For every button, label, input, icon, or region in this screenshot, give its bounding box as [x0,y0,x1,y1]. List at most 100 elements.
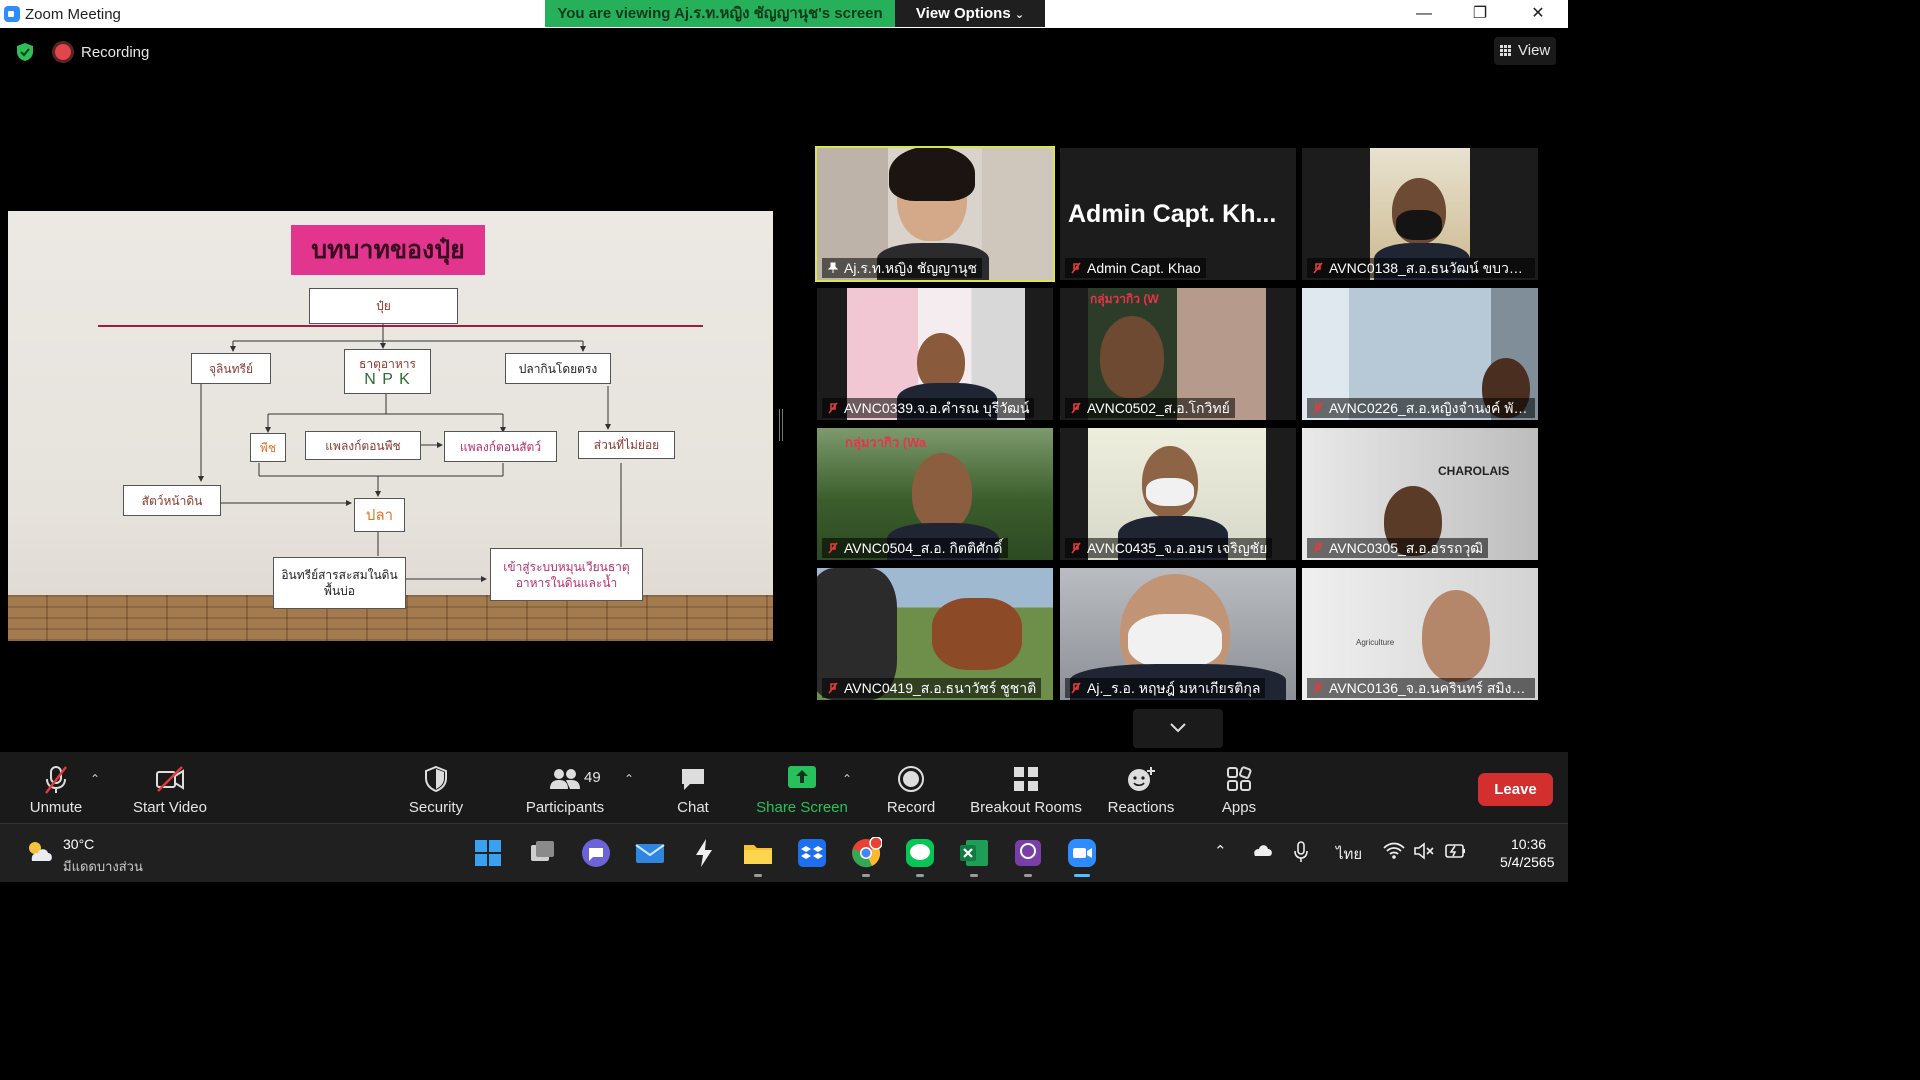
weather-condition[interactable]: มีแดดบางส่วน [63,856,143,877]
record-label: Record [886,799,936,816]
file-explorer-icon[interactable] [742,837,774,877]
slide: บทบาทของปุ๋ย ปุ๋ย จุลินทรีย์ ธาตุอาหาร N… [8,211,773,641]
breakout-rooms-button[interactable]: Breakout Rooms [966,752,1086,823]
box-fish: ปลา [354,498,405,532]
task-view-icon[interactable] [526,837,558,869]
panel-resize-handle[interactable] [779,409,783,441]
reactions-smiley-icon [1128,767,1155,791]
participant-face [1422,590,1490,682]
participant-tile[interactable]: AVNC0419_ส.อ.ธนาวัชร์ ชูชาติ [817,568,1053,700]
participant-tile[interactable]: Aj._ร.อ. หฤษฎ์ มหาเกียรติกุล [1060,568,1296,700]
participant-face [1100,316,1164,398]
gallery-next-page-button[interactable] [1133,709,1223,748]
breakout-rooms-label: Breakout Rooms [970,799,1082,816]
recording-dot-icon [55,44,71,60]
participant-name: AVNC0136_จ.อ.นครินทร์ สมิงแก้ว [1307,678,1535,698]
participant-tile[interactable]: กลุ่มวากิว (Wa AVNC0504_ส.อ. กิตติศักดิ์ [817,428,1053,560]
restore-button[interactable]: ❐ [1452,0,1508,28]
system-clock[interactable]: 10:36 5/4/2565 [1500,835,1555,871]
leave-button[interactable]: Leave [1478,773,1553,806]
minimize-button[interactable]: — [1396,0,1452,28]
muted-mic-icon [1313,542,1323,554]
participant-tile[interactable]: Admin Capt. Kh... Admin Capt. Khao [1060,148,1296,280]
input-language[interactable]: ไทย [1336,842,1362,866]
recording-label[interactable]: Recording [81,44,149,61]
participant-tile[interactable]: Aj.ร.ท.หญิง ชัญญานุช [815,146,1055,282]
view-options-button[interactable]: View Options ⌄ [895,0,1045,27]
unmute-button[interactable]: Unmute [18,752,94,823]
record-button[interactable]: Record [876,752,946,823]
muted-mic-icon [828,682,838,694]
participant-tile[interactable]: AVNC0138_ส.อ.ธนวัฒน์ ขบวน... [1302,148,1538,280]
chrome-icon[interactable] [850,836,883,877]
face-mask [1128,614,1222,668]
chat-button[interactable]: Chat [658,752,728,823]
close-button[interactable]: ✕ [1510,0,1566,28]
participants-options-caret[interactable]: ⌃ [624,772,634,786]
participant-tile[interactable]: Agriculture AVNC0136_จ.อ.นครินทร์ สมิงแก… [1302,568,1538,700]
speaker-muted-icon[interactable] [1413,842,1435,860]
participant-name: AVNC0138_ส.อ.ธนวัฒน์ ขบวน... [1307,258,1535,278]
share-screen-label: Share Screen [756,799,848,816]
microphone-icon[interactable] [1294,841,1308,863]
participant-name: Aj._ร.อ. หฤษฎ์ มหาเกียรติกุล [1065,678,1266,698]
muted-mic-icon [828,402,838,414]
participant-name: AVNC0419_ส.อ.ธนาวัชร์ ชูชาติ [822,678,1042,698]
security-button[interactable]: Security [398,752,474,823]
security-shield-icon [425,765,447,793]
participants-button[interactable]: 49 Participants [520,752,610,823]
pdf-app-icon[interactable] [1012,837,1044,877]
reactions-button[interactable]: Reactions [1102,752,1180,823]
cycle-line-1: เข้าสู่ระบบหมุนเวียนธาตุ [503,559,630,574]
share-screen-button[interactable]: Share Screen [752,752,852,823]
share-options-caret[interactable]: ⌃ [842,772,852,786]
face-mask [1146,478,1194,506]
clock-date: 5/4/2565 [1500,854,1555,870]
line-icon[interactable] [904,837,936,877]
participant-tile[interactable]: AVNC0435_จ.อ.อมร เจริญชัย [1060,428,1296,560]
shared-screen: บทบาทของปุ๋ย ปุ๋ย จุลินทรีย์ ธาตุอาหาร N… [8,171,773,681]
windows-start-icon[interactable] [472,837,504,869]
apps-icon [1227,766,1252,791]
record-icon [898,766,924,792]
battery-charging-icon[interactable] [1443,842,1467,860]
dropbox-icon[interactable] [796,837,828,869]
video-banner-text: กลุ่มวากิว (W [1090,292,1159,306]
apps-button[interactable]: Apps [1206,752,1272,823]
excel-icon[interactable] [958,837,990,877]
zoom-app-icon [4,6,20,22]
viewing-banner: You are viewing Aj.ร.ท.หญิง ชัญญานุช's s… [545,0,895,27]
onedrive-cloud-icon[interactable] [1251,842,1273,858]
participant-tile[interactable]: CHAROLAIS AVNC0305_ส.อ.อรรถวุฒิ [1302,428,1538,560]
participant-name: AVNC0339.จ.อ.คำรณ บุรีวัฒน์ [822,398,1035,418]
participant-tile[interactable]: กลุ่มวากิว (W AVNC0502_ส.อ.โกวิทย์ [1060,288,1296,420]
start-video-button[interactable]: Start Video [126,752,214,823]
wifi-icon[interactable] [1383,842,1405,860]
view-button-label: View [1518,42,1551,59]
view-button[interactable]: View [1494,37,1556,65]
video-banner-text: CHAROLAIS [1438,464,1510,478]
participant-name: AVNC0435_จ.อ.อมร เจริญชัย [1065,538,1273,558]
nutrients-label: ธาตุอาหาร [359,356,416,371]
chevron-up-icon[interactable]: ⌃ [1214,842,1227,860]
participant-tile[interactable]: AVNC0339.จ.อ.คำรณ บุรีวัฒน์ [817,288,1053,420]
zoom-taskbar-icon[interactable] [1066,837,1098,877]
weather-temperature[interactable]: 30°C [63,836,94,852]
encryption-shield-icon[interactable] [15,42,35,62]
partly-sunny-icon[interactable] [24,839,54,863]
muted-mic-icon [1071,682,1081,694]
mail-icon[interactable] [634,837,666,869]
box-organic: จุลินทรีย์ [191,353,271,384]
participant-name: Aj.ร.ท.หญิง ชัญญานุช [822,258,983,278]
audio-options-caret[interactable]: ⌃ [90,772,100,786]
muted-mic-icon [1071,402,1081,414]
video-banner-text: Agriculture [1356,638,1395,647]
face-mask [1396,210,1442,240]
view-options-label: View Options [915,5,1011,22]
clock-time: 10:36 [1510,836,1546,852]
participant-tile[interactable]: AVNC0226_ส.อ.หญิงจำนงค์ พัด... [1302,288,1538,420]
unmute-label: Unmute [29,799,83,816]
cortana-app-icon[interactable] [688,837,720,869]
chat-bubble-icon [682,769,704,790]
teams-chat-icon[interactable] [580,837,612,869]
